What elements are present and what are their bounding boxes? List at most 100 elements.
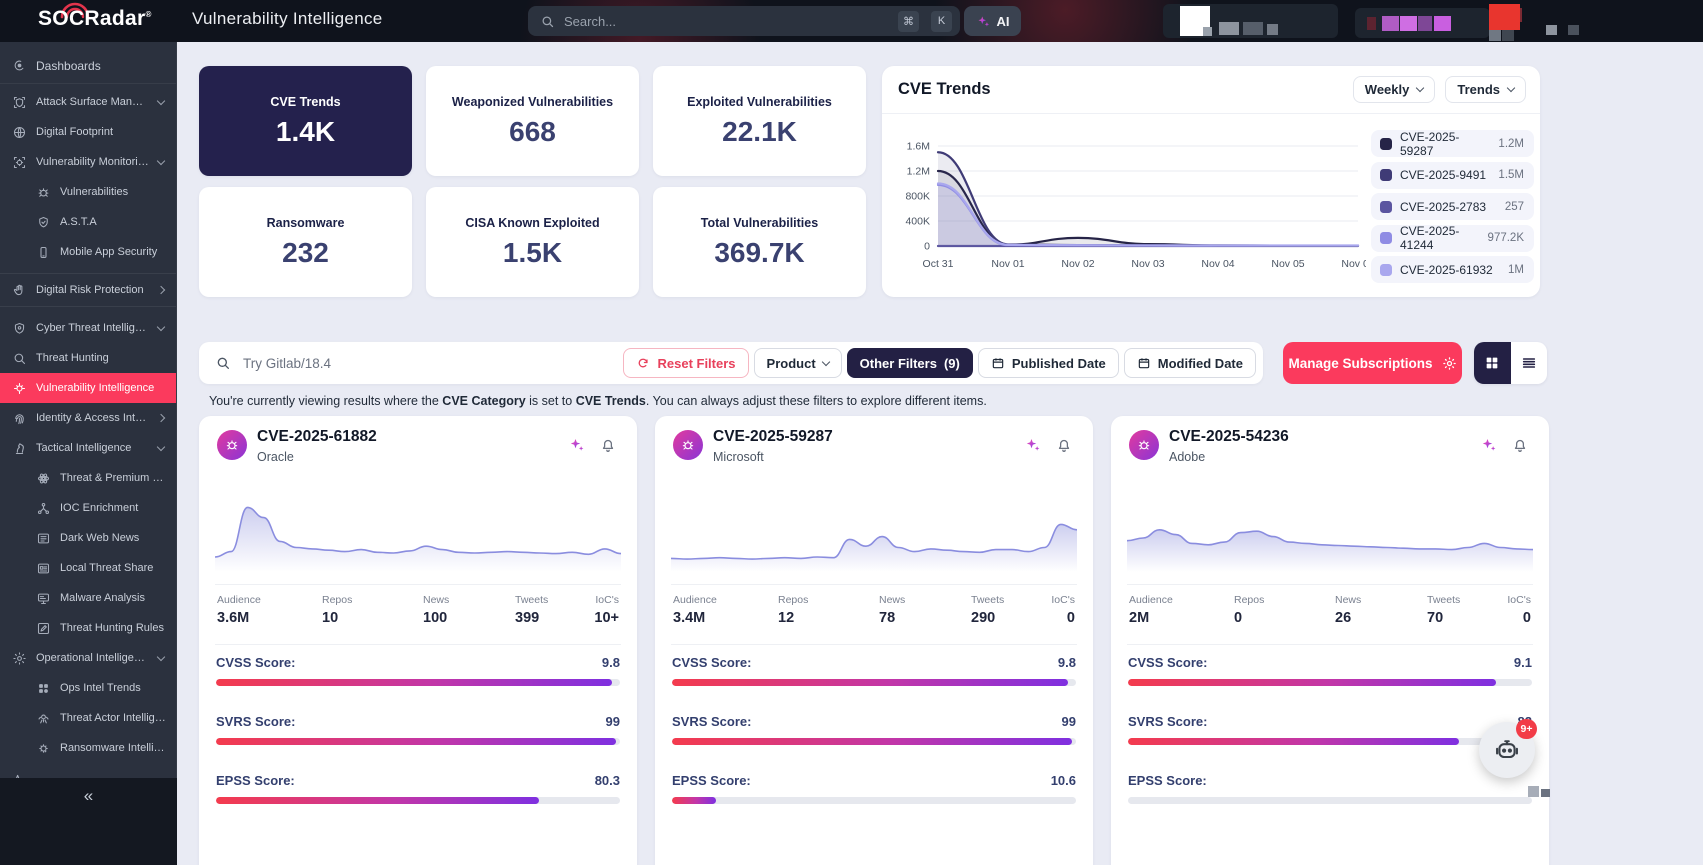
sidebar-item-tactical-intelligence[interactable]: Tactical Intelligence [0,433,176,463]
metric-tweets: Tweets 399 [515,594,548,626]
sidebar-item-threat-premium-feeds[interactable]: Threat & Premium Feeds [0,463,176,493]
ai-assistant-button[interactable]: AI [964,6,1021,36]
sidebar-item-mobile-app-security[interactable]: Mobile App Security [0,237,176,267]
sidebar-item-label: Vulnerability Monitoring [36,156,149,168]
stat-label: Ransomware [266,215,345,230]
cve-card-cve-2025-59287[interactable]: CVE-2025-59287 Microsoft Audience 3.4M Repos… [655,416,1093,865]
sidebar-item-a-s-t-a[interactable]: A.S.T.A [0,207,176,237]
sidebar-item-identity-access-intelligence[interactable]: Identity & Access Intelligence [0,403,176,433]
stat-card-ransomware[interactable]: Ransomware 232 [199,187,412,297]
sidebar-item-attack-surface-management[interactable]: Attack Surface Management [0,87,176,117]
metric-label: News [879,594,906,606]
cve-id[interactable]: CVE-2025-59287 [713,428,833,446]
period-dropdown[interactable]: Weekly [1352,76,1436,103]
metric-ioc-s: IoC's 10+ [594,594,619,626]
ai-sparkle-icon[interactable] [1480,436,1498,454]
stat-card-weaponized-vulnerabilities[interactable]: Weaponized Vulnerabilities 668 [426,66,639,176]
legend-cve: CVE-2025-9491 [1400,168,1487,182]
modified-date-button[interactable]: Modified Date [1123,348,1256,378]
sidebar-item-vulnerabilities[interactable]: Vulnerabilities [0,177,176,207]
legend-item-cve-2025-59287[interactable]: CVE-2025-59287 1.2M [1371,129,1534,158]
other-filters-button[interactable]: Other Filters (9) [846,348,973,378]
ai-sparkle-icon[interactable] [1024,436,1042,454]
redacted-block [1203,27,1212,36]
list-view-button[interactable] [1510,342,1547,384]
cve-search[interactable] [215,355,619,371]
stat-card-cisa-known-exploited[interactable]: CISA Known Exploited 1.5K [426,187,639,297]
topbar: SOCRadar® Vulnerability Intelligence ⌘ K… [0,0,1703,42]
sidebar-item-vulnerability-monitoring[interactable]: Vulnerability Monitoring [0,147,176,177]
product-filter-button[interactable]: Product [753,348,842,378]
trends-title: CVE Trends [898,80,991,98]
metric-label: Repos [322,594,353,606]
mode-dropdown[interactable]: Trends [1445,76,1526,103]
redacted-block [1367,17,1376,30]
legend-item-cve-2025-2783[interactable]: CVE-2025-2783 257 [1371,193,1534,220]
sidebar-item-malware-analysis[interactable]: Malware Analysis [0,583,176,613]
svg-text:Oct 31: Oct 31 [923,258,954,270]
sidebar-item-cyber-threat-intelligence[interactable]: Cyber Threat Intelligence [0,313,176,343]
sidebar-collapse-button[interactable]: « [0,778,177,865]
sidebar-item-label: A.S.T.A [60,216,97,228]
sidebar-item-ransomware-intelligence[interactable]: Ransomware Intelligence [0,733,176,763]
sidebar-item-vulnerability-intelligence[interactable]: Vulnerability Intelligence [0,373,176,403]
legend-item-cve-2025-41244[interactable]: CVE-2025-41244 977.2K [1371,224,1534,252]
trends-header: CVE Trends Weekly Trends [882,66,1540,114]
cve-id[interactable]: CVE-2025-61882 [257,428,377,446]
metric-news: News 78 [879,594,905,626]
metric-label: IoC's [1507,594,1531,606]
stat-card-exploited-vulnerabilities[interactable]: Exploited Vulnerabilities 22.1K [653,66,866,176]
score-bar [672,797,1076,804]
redacted-user-widget[interactable] [1355,8,1490,38]
sidebar-item-local-threat-share[interactable]: Local Threat Share [0,553,176,583]
legend-cve: CVE-2025-59287 [1400,129,1460,158]
sidebar-item-ioc-enrichment[interactable]: IOC Enrichment [0,493,176,523]
bell-icon[interactable] [1511,436,1529,454]
metric-value: 70 [1427,610,1444,626]
cve-id[interactable]: CVE-2025-54236 [1169,428,1289,446]
published-date-button[interactable]: Published Date [977,348,1119,378]
metric-value: 0 [1522,610,1531,626]
sidebar-item-label: Threat Actor Intelligence [60,712,168,724]
cve-card-cve-2025-61882[interactable]: CVE-2025-61882 Oracle Audience 3.6M Repos 10 N… [199,416,637,865]
sidebar-item-threat-hunting[interactable]: Threat Hunting [0,343,176,373]
socradar-logo[interactable]: SOCRadar® [38,2,152,31]
news-icon [36,531,51,546]
cve-card-cve-2025-54236[interactable]: CVE-2025-54236 Adobe Audience 2M Repos 0 News 2… [1111,416,1549,865]
cve-search-input[interactable] [243,355,619,371]
metric-label: Tweets [1427,594,1461,606]
manage-subscriptions-button[interactable]: Manage Subscriptions [1283,342,1462,384]
chevron-down-icon [156,96,166,105]
sidebar-item-threat-hunting-rules[interactable]: Threat Hunting Rules [0,613,176,643]
sidebar-item-operational-intelligence[interactable]: Operational Intelligence [0,643,176,673]
sidebar-item-threat-actor-intelligence[interactable]: Threat Actor Intelligence [0,703,176,733]
sidebar-item-dashboards[interactable]: Dashboards [0,48,176,84]
legend-item-cve-2025-9491[interactable]: CVE-2025-9491 1.5M [1371,161,1534,189]
sidebar-item-digital-footprint[interactable]: Digital Footprint [0,117,176,147]
sidebar-item-dark-web-news[interactable]: Dark Web News [0,523,176,553]
pen-square-icon [36,621,51,636]
global-search-input[interactable] [564,13,886,29]
redacted-org-widget[interactable] [1163,4,1338,38]
reset-filters-button[interactable]: Reset Filters [623,348,749,378]
score-svrs-score: SVRS Score: 99 [216,714,620,745]
shield-check-icon [36,215,51,230]
divider [215,644,621,645]
metric-label: Tweets [971,594,1005,606]
redacted-avatar[interactable] [1489,4,1520,30]
legend-cve: CVE-2025-61932 [1400,262,1493,277]
global-search[interactable]: ⌘ K [528,6,960,36]
sidebar-item-label: Ops Intel Trends [60,682,141,694]
score-cvss-score: CVSS Score: 9.8 [216,655,620,686]
cve-sparkline [670,480,1078,581]
bell-icon[interactable] [1055,436,1073,454]
bell-icon[interactable] [599,436,617,454]
sidebar-item-ops-intel-trends[interactable]: Ops Intel Trends [0,673,176,703]
socradar-dash-icon [12,58,27,73]
ai-sparkle-icon[interactable] [568,436,586,454]
stat-card-cve-trends[interactable]: CVE Trends 1.4K [199,66,412,176]
grid-view-button[interactable] [1474,342,1511,384]
stat-card-total-vulnerabilities[interactable]: Total Vulnerabilities 369.7K [653,187,866,297]
legend-item-cve-2025-61932[interactable]: CVE-2025-61932 1M [1371,256,1534,283]
sidebar-item-digital-risk-protection[interactable]: Digital Risk Protection [0,273,176,307]
